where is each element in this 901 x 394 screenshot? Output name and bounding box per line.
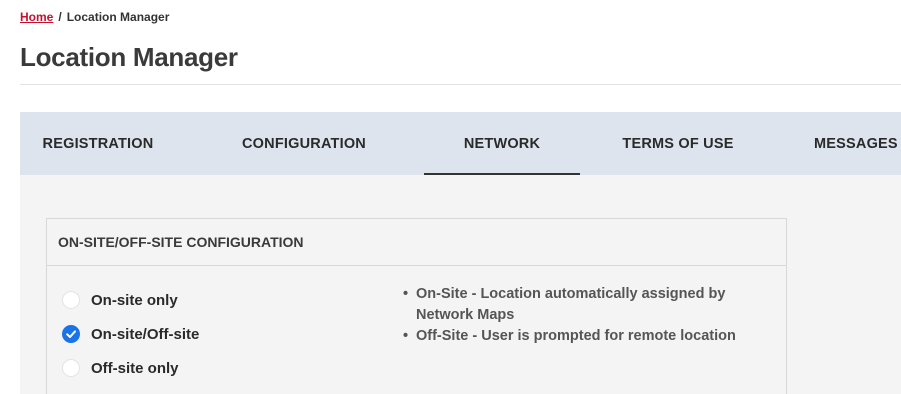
content-panel: REGISTRATION CONFIGURATION NETWORK TERMS…	[20, 112, 901, 394]
breadcrumb-home-link[interactable]: Home	[20, 10, 53, 24]
page: Home / Location Manager Location Manager…	[0, 0, 901, 394]
radio-label: On-site only	[91, 291, 178, 309]
tab-bar: REGISTRATION CONFIGURATION NETWORK TERMS…	[20, 112, 901, 175]
tab-network[interactable]: NETWORK	[424, 112, 580, 175]
page-title: Location Manager	[20, 42, 238, 72]
breadcrumb-separator: /	[58, 10, 62, 24]
radio-label: On-site/Off-site	[91, 325, 200, 343]
breadcrumb: Home / Location Manager	[20, 10, 169, 24]
radio-button[interactable]	[62, 359, 80, 377]
radio-button[interactable]	[62, 291, 80, 309]
tab-registration[interactable]: REGISTRATION	[20, 112, 176, 175]
tab-configuration[interactable]: CONFIGURATION	[208, 112, 400, 175]
onsite-offsite-config-card: ON-SITE/OFF-SITE CONFIGURATION On-site o…	[46, 218, 787, 394]
tab-messages[interactable]: MESSAGES	[798, 112, 901, 175]
breadcrumb-current: Location Manager	[66, 10, 170, 24]
tab-terms-of-use[interactable]: TERMS OF USE	[593, 112, 763, 175]
radio-button[interactable]	[62, 325, 80, 343]
radio-label: Off-site only	[91, 359, 179, 377]
location-mode-radio-group: On-site only On-site/Off-site Off-site o…	[62, 283, 199, 385]
help-item-on-site: On-Site - Location automatically assigne…	[402, 284, 762, 326]
help-list: On-Site - Location automatically assigne…	[402, 284, 762, 347]
card-title: ON-SITE/OFF-SITE CONFIGURATION	[47, 219, 786, 266]
title-divider	[20, 84, 901, 85]
radio-off-site-only[interactable]: Off-site only	[62, 351, 199, 385]
check-icon	[66, 330, 76, 338]
radio-on-site-only[interactable]: On-site only	[62, 283, 199, 317]
help-item-off-site: Off-Site - User is prompted for remote l…	[402, 326, 762, 347]
radio-on-site-off-site[interactable]: On-site/Off-site	[62, 317, 199, 351]
